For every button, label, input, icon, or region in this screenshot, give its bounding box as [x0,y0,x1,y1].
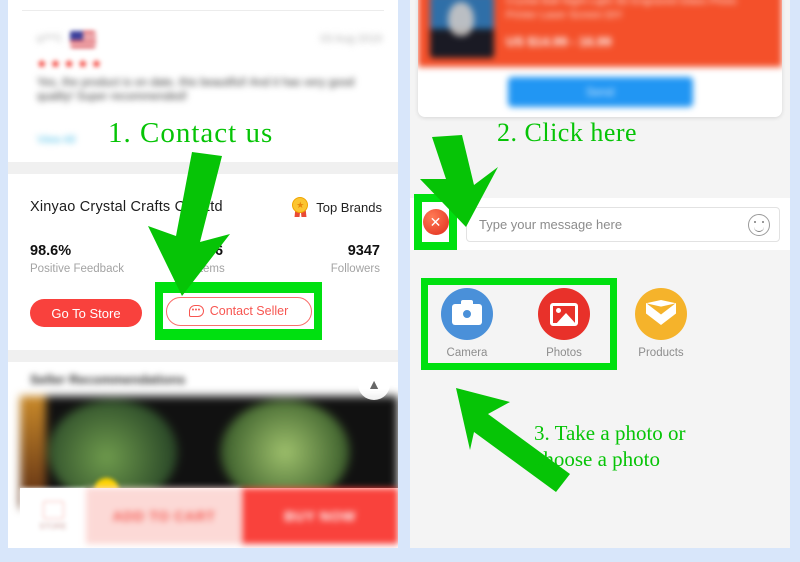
seller-recommendations-card: Seller Recommendations ▲ STORE ADD TO CA… [8,362,398,548]
go-to-store-button[interactable]: Go To Store [30,299,142,327]
buy-now-button[interactable]: BUY NOW [242,488,398,544]
divider [22,10,384,11]
attachment-camera[interactable]: Camera [436,288,498,380]
contact-seller-label: Contact Seller [209,304,289,318]
annotation-step1-text: 1. Contact us [108,117,274,149]
stat-followers: 9347 Followers [266,242,398,277]
smiley-icon[interactable] [748,213,770,236]
annotation-step2-text: 2. Click here [497,118,638,147]
attachment-label: Products [638,347,684,359]
review-star-rating: ★★★★★ [36,56,105,71]
attachment-photos[interactable]: Photos [533,288,595,380]
stat-value: 9347 [347,243,380,259]
store-icon [42,501,64,519]
us-flag-icon [70,31,96,48]
product-price: US $14.99 - 16.99 [506,34,612,49]
purchase-bottom-bar: STORE ADD TO CART BUY NOW [20,488,398,544]
store-tab-button[interactable]: STORE [20,488,86,544]
attachment-label: Photos [546,347,582,359]
contact-seller-button[interactable]: ••• Contact Seller [165,296,312,326]
top-brands-badge: ★ Top Brands [292,197,382,217]
annotation-arrow-step1 [148,152,230,296]
annotation-arrow-step2 [420,135,498,227]
review-username: u***i [37,33,61,45]
review-date: 03 Aug 2019 [320,33,382,45]
attachment-options-row: Camera Photos Products [410,270,790,380]
attachment-products[interactable]: Products [630,288,692,380]
annotation-step3-text: 3. Take a photo or choose a photo [534,421,686,471]
chat-bubble-icon: ••• [188,305,204,317]
product-title: Crystal Ball Night Light 3D Engraved Gla… [506,0,737,21]
medal-icon: ★ [292,197,310,217]
box-icon [635,288,687,340]
send-button[interactable]: Send [507,77,693,107]
recommendations-title: Seller Recommendations [30,372,186,387]
add-to-cart-button[interactable]: ADD TO CART [86,488,242,544]
camera-icon [441,288,493,340]
product-thumbnail [430,0,494,58]
product-preview: Crystal Ball Night Light 3D Engraved Gla… [418,0,782,67]
seller-action-buttons: Go To Store ••• Contact Seller [8,282,398,340]
photo-icon [538,288,590,340]
section-gap [8,350,398,362]
chevron-up-icon[interactable]: ▲ [358,368,390,400]
store-tab-label: STORE [39,522,67,531]
screenshot-root: u***i 03 Aug 2019 ★★★★★ Yes, the product… [0,0,800,562]
stat-label: Followers [330,263,380,275]
product-message-card: Crystal Ball Night Light 3D Engraved Gla… [418,0,782,117]
top-brands-label: Top Brands [316,199,382,215]
view-all-reviews-link[interactable]: View All [37,134,75,146]
attachment-label: Camera [446,347,488,359]
review-body-text: Yes, the product is on date, this beauti… [37,77,355,103]
